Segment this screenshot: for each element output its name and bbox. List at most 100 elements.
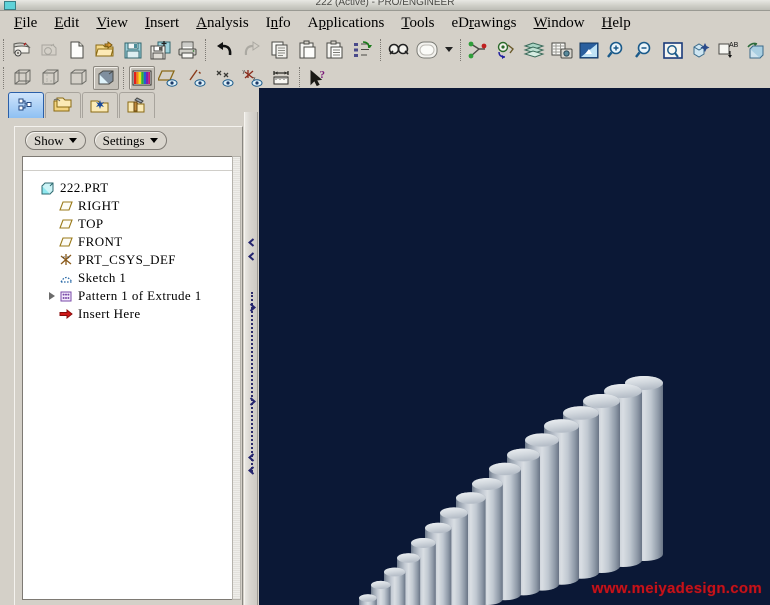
- datum-plane-display-icon[interactable]: [157, 66, 183, 90]
- menu-item-insert[interactable]: Insert: [137, 14, 188, 33]
- print-icon[interactable]: [176, 38, 202, 62]
- open-folder-icon[interactable]: [92, 38, 118, 62]
- tree-expander[interactable]: [47, 292, 57, 300]
- undo-icon[interactable]: [211, 38, 237, 62]
- zoom-in-icon[interactable]: [604, 38, 630, 62]
- hidden-line-icon[interactable]: [37, 66, 63, 90]
- favorites-icon[interactable]: [82, 91, 118, 118]
- appearance-icon[interactable]: [577, 38, 603, 62]
- splitter-arrow-left[interactable]: [247, 252, 257, 261]
- tree-item-label: FRONT: [78, 234, 123, 249]
- menu-item-edit[interactable]: Edit: [46, 14, 88, 33]
- render-icon[interactable]: [743, 38, 769, 62]
- graphics-window[interactable]: www.meiyadesign.com: [259, 88, 770, 605]
- layers-icon[interactable]: [521, 38, 547, 62]
- toolbar-separator: [205, 38, 207, 61]
- zoom-fit-icon[interactable]: [660, 38, 686, 62]
- tree-item-label: 222.PRT: [60, 180, 109, 195]
- model-geometry: [359, 376, 663, 605]
- cylinder-pattern: [359, 376, 663, 605]
- tree-item-part[interactable]: 222.PRT: [29, 179, 233, 197]
- tree-item-label: TOP: [78, 216, 104, 231]
- toolbar-separator: [123, 66, 125, 89]
- menu-item-window[interactable]: Window: [525, 14, 593, 33]
- new-window-icon[interactable]: [37, 38, 63, 62]
- tree-item-label: Sketch 1: [78, 270, 127, 285]
- tree-item-sketch[interactable]: Sketch 1: [29, 269, 233, 287]
- datum-plane-icon: [57, 234, 75, 250]
- pattern-icon: [57, 288, 75, 304]
- reorient-icon[interactable]: [688, 38, 714, 62]
- new-file-icon[interactable]: [65, 38, 91, 62]
- datum-points-icon[interactable]: [466, 38, 492, 62]
- find-icon[interactable]: [386, 38, 412, 62]
- redo-icon[interactable]: [239, 38, 265, 62]
- model-tree-tab-icon[interactable]: [8, 91, 44, 118]
- tree-item-label: RIGHT: [78, 198, 120, 213]
- paste-special-icon[interactable]: [322, 38, 348, 62]
- insert-here-arrow-icon: [57, 306, 75, 322]
- menu-item-info[interactable]: Info: [258, 14, 300, 33]
- splitter-arrow-right[interactable]: [247, 397, 257, 406]
- settings-button[interactable]: Settings: [93, 131, 167, 150]
- tree-item-pattern[interactable]: Pattern 1 of Extrude 1: [29, 287, 233, 305]
- toolbar-separator: [3, 66, 5, 89]
- toolbar-separator: [3, 38, 5, 61]
- connections-icon[interactable]: [119, 91, 155, 118]
- no-hidden-icon[interactable]: [65, 66, 91, 90]
- model-tree-column-header: [23, 157, 233, 171]
- model-tree-items: 222.PRT RIGHT TOP FRONT PRT_CSYS_DEF Ske…: [23, 172, 233, 599]
- copy-icon[interactable]: [267, 38, 293, 62]
- datum-point-display-icon[interactable]: [213, 66, 239, 90]
- watermark-text: www.meiyadesign.com: [591, 580, 762, 597]
- context-help-icon[interactable]: ?: [305, 66, 331, 90]
- menu-item-view[interactable]: View: [88, 14, 137, 33]
- svg-text:?: ?: [320, 69, 326, 81]
- folder-browser-icon[interactable]: [45, 91, 81, 118]
- color-appearance-icon[interactable]: [129, 65, 155, 90]
- paste-icon[interactable]: [295, 38, 321, 62]
- splitter-arrow-right[interactable]: [247, 303, 257, 312]
- new-session-icon[interactable]: [9, 38, 35, 62]
- splitter-arrow-left[interactable]: [247, 238, 257, 247]
- model-tree-scrollbar[interactable]: [232, 156, 241, 600]
- saved-view-dropdown[interactable]: [442, 38, 456, 62]
- menu-item-file[interactable]: File: [6, 14, 46, 33]
- save-icon[interactable]: [120, 38, 146, 62]
- menu-item-edrawings[interactable]: eDrawings: [443, 14, 525, 33]
- datum-csys-display-icon[interactable]: y x: [241, 66, 267, 90]
- tree-item-datum-plane-front[interactable]: FRONT: [29, 233, 233, 251]
- menu-bar: File Edit View Insert Analysis Info Applicatio…: [0, 11, 770, 35]
- dimension-display-icon[interactable]: [269, 66, 295, 90]
- show-button[interactable]: Show: [25, 131, 86, 150]
- view-manager-icon[interactable]: [549, 38, 575, 62]
- chevron-down-icon: [445, 47, 454, 52]
- save-a-copy-icon[interactable]: [148, 38, 174, 62]
- tree-item-datum-plane-right[interactable]: RIGHT: [29, 197, 233, 215]
- tree-item-insert-here[interactable]: Insert Here: [29, 305, 233, 323]
- menu-item-tools[interactable]: Tools: [393, 14, 443, 33]
- spin-center-icon[interactable]: [493, 38, 519, 62]
- regenerate-icon[interactable]: [350, 38, 376, 62]
- splitter-arrow-left[interactable]: [247, 466, 257, 475]
- window-title: 222 (Active) - PRO/ENGINEER: [315, 0, 455, 8]
- menu-item-analysis[interactable]: Analysis: [188, 14, 258, 33]
- tree-item-label: PRT_CSYS_DEF: [78, 252, 176, 267]
- panel-splitter[interactable]: [244, 112, 258, 605]
- chevron-down-icon: [149, 138, 158, 143]
- annotation-icon[interactable]: AB: [715, 38, 741, 62]
- zoom-out-icon[interactable]: [632, 38, 658, 62]
- tree-item-coordinate-system[interactable]: PRT_CSYS_DEF: [29, 251, 233, 269]
- menu-item-help[interactable]: Help: [594, 14, 640, 33]
- tree-item-datum-plane-top[interactable]: TOP: [29, 215, 233, 233]
- datum-axis-display-icon[interactable]: [185, 66, 211, 90]
- refit-icon[interactable]: [414, 38, 440, 62]
- standard-toolbar: AB: [0, 35, 770, 64]
- model-tree[interactable]: 222.PRT RIGHT TOP FRONT PRT_CSYS_DEF Ske…: [22, 156, 234, 600]
- chevron-down-icon: [68, 138, 77, 143]
- shading-icon[interactable]: [93, 65, 119, 90]
- navigator-panel: Show Settings 222.PRT RIGHT TOP FRONT PR…: [14, 126, 243, 605]
- wireframe-icon[interactable]: [9, 66, 35, 90]
- menu-item-applications[interactable]: Applications: [300, 14, 394, 33]
- splitter-arrow-left[interactable]: [247, 453, 257, 462]
